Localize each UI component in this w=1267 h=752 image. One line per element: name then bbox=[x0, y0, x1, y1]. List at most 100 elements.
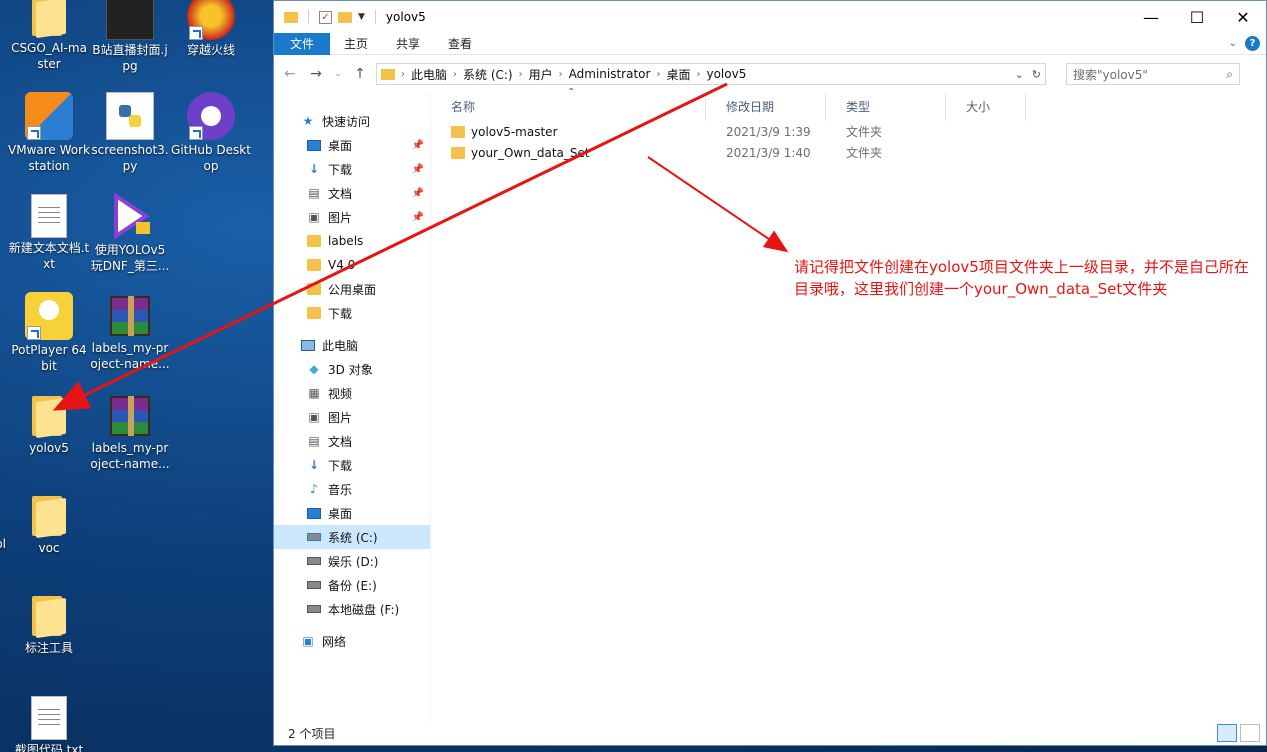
desktop-icon-partial[interactable]: ol bbox=[0, 536, 6, 552]
nav-item-drive-f[interactable]: 本地磁盘 (F:) bbox=[274, 597, 430, 621]
nav-item-videos[interactable]: ▦ 视频 bbox=[274, 381, 430, 405]
nav-item-v4[interactable]: V4.0 bbox=[274, 253, 430, 277]
expand-ribbon-icon[interactable]: ⌄ bbox=[1229, 38, 1237, 49]
properties-icon[interactable]: ✓ bbox=[319, 10, 332, 24]
tab-view[interactable]: 查看 bbox=[434, 33, 486, 55]
folder-icon bbox=[307, 235, 321, 247]
drive-icon bbox=[307, 557, 321, 565]
desktop-icon-yolo-video[interactable]: 使用YOLOv5玩DNF_第三... bbox=[89, 192, 171, 274]
file-row[interactable]: yolov5-master 2021/3/9 1:39 文件夹 bbox=[431, 121, 1266, 142]
refresh-icon[interactable]: ↻ bbox=[1032, 68, 1041, 81]
nav-network[interactable]: ▣ 网络 bbox=[274, 629, 430, 653]
sort-ascending-icon: ⌃ bbox=[567, 87, 576, 98]
breadcrumb-system-c[interactable]: 系统 (C:) bbox=[463, 66, 513, 83]
nav-item-labels[interactable]: labels bbox=[274, 229, 430, 253]
folder-icon bbox=[32, 596, 66, 639]
nav-quick-access[interactable]: ★ 快速访问 bbox=[274, 109, 430, 133]
vertical-scrollbar[interactable] bbox=[1250, 93, 1266, 721]
breadcrumb-desktop[interactable]: 桌面 bbox=[666, 66, 690, 83]
folder-icon bbox=[307, 307, 321, 319]
tab-share[interactable]: 共享 bbox=[382, 33, 434, 55]
up-button[interactable]: ↑ bbox=[350, 66, 370, 82]
details-view-button[interactable] bbox=[1217, 724, 1237, 742]
nav-item-drive-e[interactable]: 备份 (E:) bbox=[274, 573, 430, 597]
maximize-button[interactable]: ☐ bbox=[1174, 1, 1220, 33]
new-folder-icon[interactable] bbox=[338, 11, 352, 23]
tab-file[interactable]: 文件 bbox=[274, 32, 331, 55]
desktop-icon-labels-rar-1[interactable]: labels_my-project-name... bbox=[89, 292, 171, 372]
folder-icon bbox=[307, 283, 321, 295]
pin-icon: 📌 bbox=[411, 187, 424, 199]
desktop-icon-labels-rar-2[interactable]: labels_my-project-name... bbox=[89, 392, 171, 472]
file-list: ⌃ 名称 修改日期 类型 大小 yolov5-master 2021/3/9 1… bbox=[431, 87, 1266, 721]
vmware-icon bbox=[25, 92, 73, 140]
back-button[interactable]: ← bbox=[280, 66, 300, 82]
folder-icon bbox=[32, 496, 66, 539]
desktop-icon-potplayer[interactable]: PotPlayer 64 bit bbox=[8, 292, 90, 374]
desktop-icon-crossfire[interactable]: 穿越火线 bbox=[170, 0, 252, 58]
column-type[interactable]: 类型 bbox=[826, 93, 946, 121]
help-icon[interactable]: ? bbox=[1245, 36, 1260, 51]
desktop-icon-bilibili-cover[interactable]: B站直播封面.jpg bbox=[89, 0, 171, 74]
close-button[interactable]: ✕ bbox=[1220, 1, 1266, 33]
text-file-icon bbox=[31, 696, 67, 740]
shortcut-arrow-icon bbox=[27, 326, 41, 340]
drive-icon bbox=[307, 605, 321, 613]
nav-item-downloads-pc[interactable]: ↓ 下载 bbox=[274, 453, 430, 477]
nav-this-pc[interactable]: 此电脑 bbox=[274, 333, 430, 357]
desktop-icon-github[interactable]: GitHub Desktop bbox=[170, 92, 252, 174]
pin-icon: 📌 bbox=[411, 163, 424, 175]
quick-access-toolbar: ✓ ▼ bbox=[274, 10, 380, 24]
potplayer-icon bbox=[25, 292, 73, 340]
nav-item-music[interactable]: ♪ 音乐 bbox=[274, 477, 430, 501]
nav-item-3d-objects[interactable]: ◆ 3D 对象 bbox=[274, 357, 430, 381]
nav-item-downloads-2[interactable]: 下载 bbox=[274, 301, 430, 325]
minimize-button[interactable]: — bbox=[1128, 1, 1174, 33]
desktop-icon-screenshot-py[interactable]: screenshot3.py bbox=[89, 92, 171, 174]
github-icon bbox=[187, 92, 235, 140]
drive-icon bbox=[307, 581, 321, 589]
column-date-modified[interactable]: 修改日期 bbox=[706, 93, 826, 121]
breadcrumb-this-pc[interactable]: 此电脑 bbox=[411, 66, 447, 83]
nav-item-pictures[interactable]: ▣ 图片 📌 bbox=[274, 205, 430, 229]
file-row[interactable]: your_Own_data_Set 2021/3/9 1:40 文件夹 bbox=[431, 142, 1266, 163]
shortcut-arrow-icon bbox=[189, 126, 203, 140]
tab-home[interactable]: 主页 bbox=[330, 33, 382, 55]
customize-toolbar-icon[interactable]: ▼ bbox=[358, 12, 365, 22]
desktop-icon-yolov5[interactable]: yolov5 bbox=[8, 392, 90, 456]
title-bar: ✓ ▼ yolov5 — ☐ ✕ bbox=[274, 1, 1266, 33]
python-icon bbox=[106, 92, 154, 140]
picture-icon: ▣ bbox=[308, 210, 320, 224]
search-icon: ⌕ bbox=[1226, 66, 1233, 81]
rar-icon bbox=[110, 396, 150, 436]
recent-locations-button[interactable]: ⌄ bbox=[332, 69, 344, 79]
nav-item-documents-pc[interactable]: ▤ 文档 bbox=[274, 429, 430, 453]
nav-item-public-desktop[interactable]: 公用桌面 bbox=[274, 277, 430, 301]
desktop-icon-screenshot-code[interactable]: 截图代码.txt bbox=[8, 694, 90, 752]
nav-item-drive-d[interactable]: 娱乐 (D:) bbox=[274, 549, 430, 573]
desktop-icon-new-text-doc[interactable]: 新建文本文档.txt bbox=[8, 192, 90, 272]
forward-button[interactable]: → bbox=[306, 66, 326, 82]
nav-item-downloads[interactable]: ↓ 下载 📌 bbox=[274, 157, 430, 181]
desktop-icon-annotation-tool[interactable]: 标注工具 bbox=[8, 592, 90, 656]
shortcut-arrow-icon bbox=[27, 126, 41, 140]
pin-icon: 📌 bbox=[411, 139, 424, 151]
search-input[interactable]: 搜索"yolov5" ⌕ bbox=[1066, 63, 1240, 85]
music-icon: ♪ bbox=[310, 482, 318, 496]
column-size[interactable]: 大小 bbox=[946, 93, 1026, 121]
folder-icon bbox=[451, 125, 465, 138]
nav-item-desktop-pc[interactable]: 桌面 bbox=[274, 501, 430, 525]
address-bar[interactable]: › 此电脑 › 系统 (C:) › 用户 › Administrator › 桌… bbox=[376, 63, 1046, 85]
nav-item-pictures-pc[interactable]: ▣ 图片 bbox=[274, 405, 430, 429]
large-icons-view-button[interactable] bbox=[1240, 724, 1260, 742]
breadcrumb-administrator[interactable]: Administrator bbox=[569, 67, 651, 81]
nav-item-desktop[interactable]: 桌面 📌 bbox=[274, 133, 430, 157]
desktop-icon-csgo[interactable]: CSGO_AI-master bbox=[8, 0, 90, 72]
breadcrumb-yolov5[interactable]: yolov5 bbox=[706, 67, 746, 81]
desktop-icon-vmware[interactable]: VMware Workstation bbox=[8, 92, 90, 174]
desktop-icon-voc[interactable]: voc bbox=[8, 492, 90, 556]
breadcrumb-users[interactable]: 用户 bbox=[529, 66, 553, 83]
nav-item-drive-c[interactable]: 系统 (C:) bbox=[274, 525, 430, 549]
address-dropdown-icon[interactable]: ⌄ bbox=[1015, 68, 1024, 81]
nav-item-documents[interactable]: ▤ 文档 📌 bbox=[274, 181, 430, 205]
